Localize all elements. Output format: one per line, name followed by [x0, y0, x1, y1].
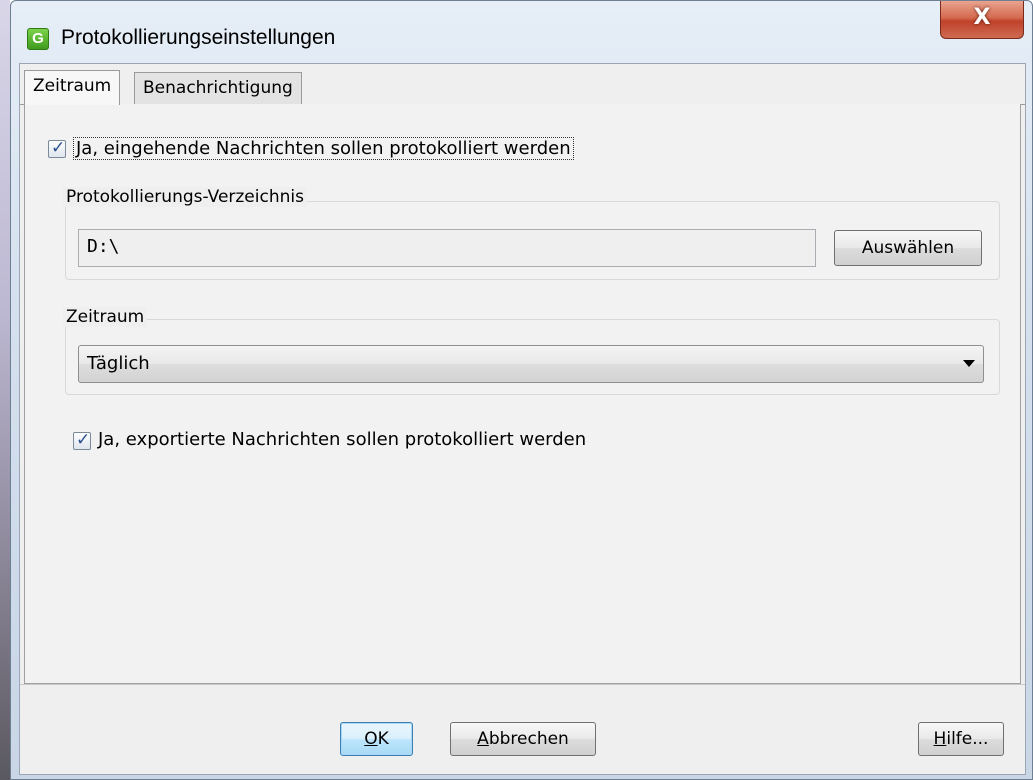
period-group: Täglich: [65, 319, 1000, 395]
window-title: Protokollierungseinstellungen: [61, 26, 336, 49]
tab-panel-zeitraum: ✓ Ja, eingehende Nachrichten sollen prot…: [24, 104, 1021, 684]
app-g-icon: G: [27, 28, 49, 50]
ok-label-rest: K: [377, 729, 389, 749]
directory-group: D:\ Auswählen: [65, 201, 1000, 280]
log-exported-checkbox[interactable]: ✓: [73, 430, 91, 450]
period-dropdown[interactable]: Täglich: [78, 345, 984, 383]
directory-group-title: Protokollierungs-Verzeichnis: [63, 187, 307, 207]
tab-zeitraum[interactable]: Zeitraum: [24, 70, 121, 105]
help-button[interactable]: Hilfe...: [918, 722, 1004, 756]
cancel-button[interactable]: Abbrechen: [450, 722, 596, 756]
dialog-window: G Protokollierungseinstellungen X Zeitra…: [10, 0, 1033, 780]
close-button[interactable]: X: [940, 1, 1024, 39]
dialog-client-area: Zeitraum Benachrichtigung ✓ Ja, eingehen…: [19, 63, 1026, 775]
log-incoming-label[interactable]: Ja, eingehende Nachrichten sollen protok…: [73, 137, 574, 160]
desktop-background: [0, 0, 10, 780]
period-selected-value: Täglich: [87, 353, 150, 374]
help-label-rest: ilfe...: [946, 729, 989, 749]
cancel-label-rest: bbrechen: [488, 729, 569, 749]
period-group-title: Zeitraum: [63, 307, 148, 327]
directory-path-field[interactable]: D:\: [78, 229, 816, 267]
triangle-down-icon: [963, 360, 975, 367]
tab-benachrichtigung[interactable]: Benachrichtigung: [134, 72, 302, 104]
title-bar: G Protokollierungseinstellungen X: [11, 1, 1032, 63]
ok-mnemonic: O: [364, 729, 378, 749]
log-exported-label[interactable]: Ja, exportierte Nachrichten sollen proto…: [98, 429, 586, 450]
select-directory-button[interactable]: Auswählen: [834, 230, 982, 266]
ok-button[interactable]: OK: [340, 722, 413, 756]
tab-strip: Zeitraum Benachrichtigung: [20, 64, 1025, 105]
footer-separator: [20, 684, 1025, 685]
help-mnemonic: H: [933, 729, 947, 749]
checkmark-icon: ✓: [76, 430, 91, 450]
checkmark-icon: ✓: [51, 138, 66, 158]
cancel-mnemonic: A: [477, 729, 489, 749]
log-incoming-checkbox[interactable]: ✓: [48, 138, 66, 158]
